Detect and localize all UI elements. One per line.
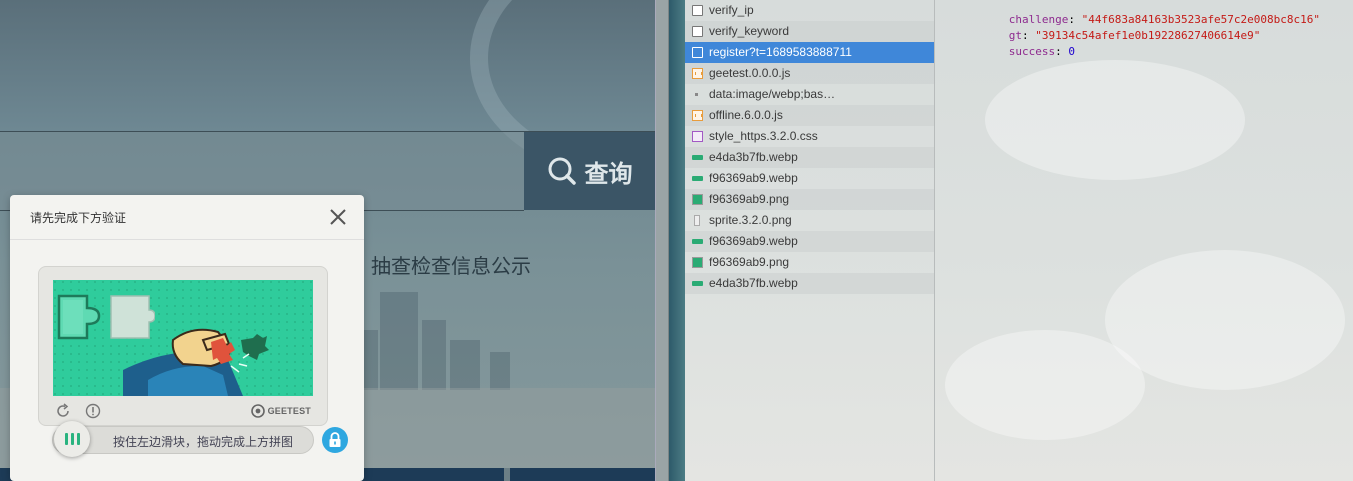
slider-knob[interactable]: [54, 421, 90, 457]
request-name: e4da3b7fb.webp: [709, 276, 798, 290]
close-icon[interactable]: [328, 207, 348, 227]
request-name: verify_keyword: [709, 24, 790, 38]
file-icon: [694, 215, 700, 226]
network-request-list: verify_ip verify_keyword register?t=168958…: [685, 0, 935, 481]
document-icon: [692, 47, 703, 58]
geetest-brand: GEETEST: [267, 406, 311, 416]
network-request-row[interactable]: f96369ab9.png: [685, 189, 934, 210]
image-icon: [692, 176, 703, 181]
lock-icon: [329, 432, 341, 447]
slider-grip-icon: [64, 433, 68, 445]
search-icon: [548, 157, 576, 185]
devtools-edge: [669, 0, 685, 481]
network-request-row[interactable]: register?t=1689583888711: [685, 42, 934, 63]
request-name: geetest.0.0.0.js: [709, 66, 791, 80]
puzzle-piece: [57, 294, 101, 340]
network-request-row[interactable]: sprite.3.2.0.png: [685, 210, 934, 231]
preview-value: 0: [1068, 45, 1075, 58]
network-request-row[interactable]: f96369ab9.png: [685, 252, 934, 273]
network-request-row[interactable]: verify_ip: [685, 0, 934, 21]
image-icon: [692, 239, 703, 244]
image-icon: [692, 257, 703, 268]
document-icon: [692, 26, 703, 37]
stylesheet-icon: [692, 131, 703, 142]
slider-grip-icon: [76, 433, 80, 445]
search-button-label: 查询: [584, 160, 633, 188]
notice-link[interactable]: 抽查检查信息公示: [371, 250, 531, 279]
slider-hint: 按住左边滑块，拖动完成上方拼图: [113, 435, 294, 449]
search-button[interactable]: 查询: [524, 132, 655, 210]
slider-grip-icon: [70, 433, 74, 445]
geetest-logo-icon: [250, 404, 265, 418]
request-name: f96369ab9.webp: [709, 171, 798, 185]
network-request-row[interactable]: f96369ab9.webp: [685, 168, 934, 189]
request-name: sprite.3.2.0.png: [709, 213, 792, 227]
refresh-icon[interactable]: [55, 403, 71, 419]
request-name: register?t=1689583888711: [709, 45, 852, 59]
request-name: data:image/webp;bas…: [709, 87, 836, 101]
network-request-row[interactable]: style_https.3.2.0.css: [685, 126, 934, 147]
geetest-logo[interactable]: GEETEST: [250, 404, 311, 418]
captcha-toolbar: GEETEST: [55, 403, 313, 421]
info-icon[interactable]: [85, 403, 101, 419]
network-request-row[interactable]: e4da3b7fb.webp: [685, 273, 934, 294]
request-name: f96369ab9.png: [709, 255, 790, 269]
request-name: e4da3b7fb.webp: [709, 150, 798, 164]
document-icon: [692, 5, 703, 16]
network-request-row[interactable]: geetest.0.0.0.js: [685, 63, 934, 84]
image-icon: [692, 281, 703, 286]
city-skyline-decoration: [340, 290, 655, 390]
preview-key: success: [1008, 45, 1056, 58]
captcha-dialog-title: 请先完成下方验证: [30, 211, 127, 225]
network-request-row[interactable]: offline.6.0.0.js: [685, 105, 934, 126]
script-icon: [692, 110, 703, 121]
lock-button[interactable]: [322, 427, 348, 453]
request-name: verify_ip: [709, 3, 754, 17]
request-name: f96369ab9.webp: [709, 234, 798, 248]
script-icon: [692, 68, 703, 79]
preview-line: success: 0: [1008, 45, 1075, 58]
puzzle-image: [53, 280, 313, 396]
network-request-row[interactable]: f96369ab9.webp: [685, 231, 934, 252]
captcha-dialog: 请先完成下方验证 GEETEST 按住左边滑块，拖动完成上方拼图: [10, 195, 364, 481]
request-name: style_https.3.2.0.css: [709, 129, 818, 143]
request-name: f96369ab9.png: [709, 192, 790, 206]
captcha-dialog-header: 请先完成下方验证: [10, 195, 364, 240]
network-request-row[interactable]: e4da3b7fb.webp: [685, 147, 934, 168]
network-request-row[interactable]: verify_keyword: [685, 21, 934, 42]
image-icon: [692, 155, 703, 160]
network-request-row[interactable]: data:image/webp;bas…: [685, 84, 934, 105]
data-icon: [695, 93, 698, 96]
panel-splitter[interactable]: [655, 0, 669, 481]
captcha-panel: GEETEST: [38, 266, 328, 426]
devtools-panel: verify_ip verify_keyword register?t=168958…: [685, 0, 1353, 481]
request-name: offline.6.0.0.js: [709, 108, 783, 122]
response-preview: challenge: "44f683a84163b3523afe57c2e008…: [935, 0, 1353, 481]
image-icon: [692, 194, 703, 205]
slider-track[interactable]: 按住左边滑块，拖动完成上方拼图: [52, 426, 314, 454]
puzzle-slot: [110, 295, 155, 339]
